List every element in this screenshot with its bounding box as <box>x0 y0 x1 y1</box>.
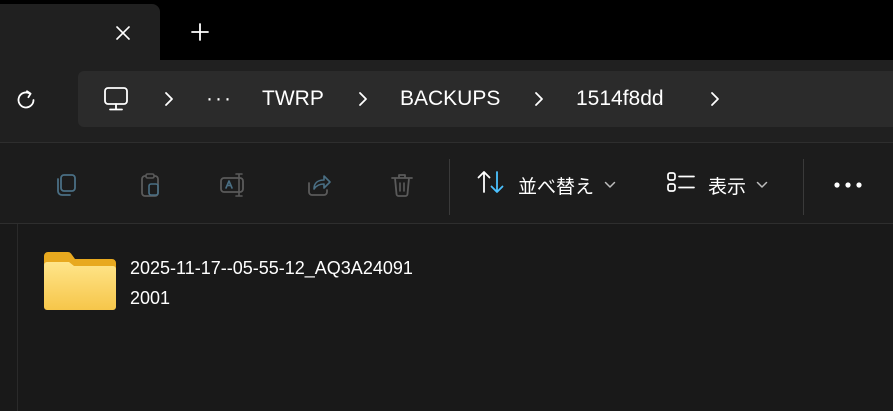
copy-icon[interactable] <box>50 169 82 201</box>
plus-icon[interactable] <box>184 16 216 48</box>
chevron-right-icon[interactable] <box>352 88 374 110</box>
view-button[interactable]: 表示 <box>666 165 768 205</box>
chevron-down-icon <box>604 181 616 189</box>
sort-icon <box>476 169 506 201</box>
breadcrumb-overflow[interactable]: ··· <box>206 71 233 127</box>
share-icon[interactable] <box>302 169 334 201</box>
view-list-icon <box>666 169 696 201</box>
toolbar-divider <box>803 159 804 215</box>
command-bar: 並べ替え 表示 <box>0 142 893 224</box>
chevron-down-icon <box>756 181 768 189</box>
tab-strip <box>0 0 893 60</box>
file-name: 2025-11-17--05-55-12_AQ3A24091 <box>130 258 413 278</box>
active-tab[interactable] <box>0 4 160 60</box>
delete-icon[interactable] <box>386 169 418 201</box>
breadcrumb-item-twrp[interactable]: TWRP <box>262 71 324 127</box>
rename-icon[interactable] <box>218 169 250 201</box>
paste-icon[interactable] <box>134 169 166 201</box>
toolbar-divider <box>449 159 450 215</box>
breadcrumb-item-current[interactable]: 1514f8dd <box>576 71 664 127</box>
sort-button[interactable]: 並べ替え <box>476 165 616 205</box>
this-pc-icon[interactable] <box>102 71 130 127</box>
refresh-icon[interactable] <box>10 84 42 116</box>
folder-icon <box>42 250 118 312</box>
more-icon[interactable] <box>828 169 868 201</box>
navigation-bar: ··· TWRP BACKUPS 1514f8dd <box>0 60 893 142</box>
file-name-continued: 2001 <box>130 288 171 308</box>
list-item[interactable]: 2025-11-17--05-55-12_AQ3A24091 2001 <box>34 244 464 316</box>
close-icon[interactable] <box>108 18 138 48</box>
chevron-right-icon[interactable] <box>528 88 550 110</box>
file-list: 2025-11-17--05-55-12_AQ3A24091 2001 <box>0 224 893 411</box>
chevron-right-icon[interactable] <box>704 88 726 110</box>
breadcrumb[interactable]: ··· TWRP BACKUPS 1514f8dd <box>78 71 893 127</box>
breadcrumb-item-backups[interactable]: BACKUPS <box>400 71 500 127</box>
sort-label: 並べ替え <box>518 176 595 198</box>
view-label: 表示 <box>708 176 747 198</box>
chevron-right-icon[interactable] <box>158 88 180 110</box>
pane-divider[interactable] <box>17 224 18 411</box>
